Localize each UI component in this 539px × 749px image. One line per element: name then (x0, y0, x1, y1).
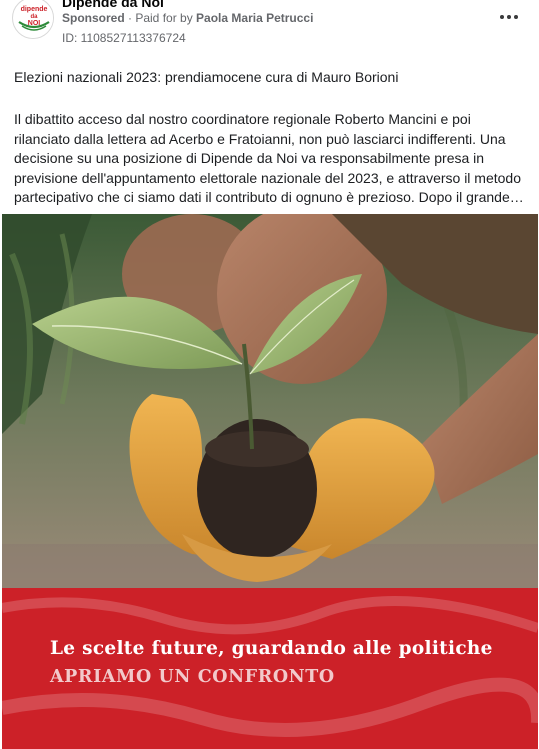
page-avatar[interactable]: dipende da NOI (12, 0, 54, 39)
more-horizontal-icon (500, 15, 504, 19)
banner-subheadline: APRIAMO UN CONFRONTO (50, 667, 335, 687)
post-body-text: Il dibattito acceso dal nostro coordinat… (14, 111, 524, 205)
logo-text-top: dipende (21, 6, 48, 13)
paid-for-prefix: · Paid for by (124, 11, 197, 25)
payer-name[interactable]: Paola Maria Petrucci (196, 11, 313, 25)
logo-text-bottom: NOI (28, 20, 41, 27)
ad-id: ID: 1108527113376724 (62, 31, 186, 45)
more-horizontal-icon-dot (507, 15, 511, 19)
more-options-button[interactable] (495, 6, 523, 28)
banner-headline: Le scelte future, guardando alle politic… (50, 638, 493, 659)
dipende-da-noi-logo: dipende da NOI (14, 0, 53, 38)
post-title: Elezioni nazionali 2023: prendiamocene c… (14, 69, 399, 85)
sponsored-label: Sponsored (62, 11, 125, 25)
ad-text-banner: Le scelte future, guardando alle politic… (2, 588, 538, 749)
page-name-link[interactable]: Dipende da Noi (62, 0, 164, 10)
more-horizontal-icon-dot (514, 15, 518, 19)
sponsored-line: Sponsored · Paid for by Paola Maria Petr… (62, 11, 313, 25)
ad-header: dipende da NOI Dipende da Noi Sponsored … (0, 0, 539, 50)
